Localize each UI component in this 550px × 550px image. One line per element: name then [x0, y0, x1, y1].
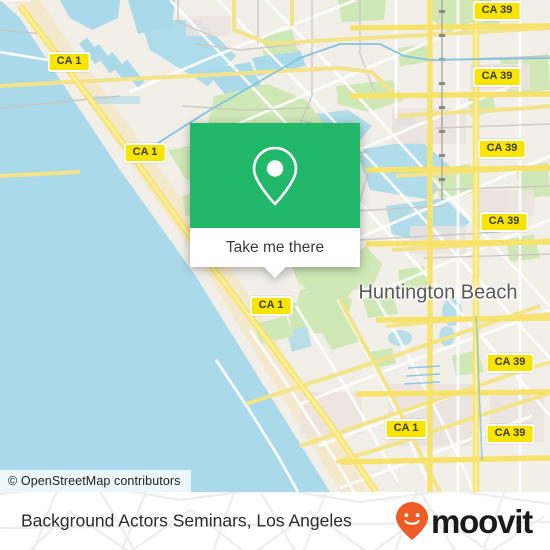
osm-attribution[interactable]: © OpenStreetMap contributors [0, 470, 191, 492]
highway-shield: CA 1 [384, 419, 428, 439]
popup-pointer [264, 267, 286, 278]
highway-shield: CA 1 [249, 296, 293, 316]
map-screenshot: CA 1 CA 1 CA 1 CA 1 CA 39 CA 39 CA 39 CA 39 CA 3… [0, 0, 550, 550]
highway-shield: CA 1 [123, 143, 167, 163]
location-popup-card[interactable]: Take me there [190, 123, 360, 278]
highway-shield: CA 39 [472, 1, 522, 21]
map-canvas[interactable]: CA 1 CA 1 CA 1 CA 1 CA 39 CA 39 CA 39 CA 39 CA 3… [0, 0, 550, 492]
page-title: Background Actors Seminars, Los Angeles [21, 510, 352, 531]
moovit-logo[interactable]: moovit [395, 501, 533, 541]
highway-shield: CA 39 [485, 424, 535, 444]
highway-shield: CA 39 [477, 139, 527, 159]
footer-bar: Background Actors Seminars, Los Angeles … [0, 492, 550, 550]
popup-action-area[interactable]: Take me there [190, 228, 360, 278]
popup-image-area [190, 123, 360, 228]
moovit-wordmark: moovit [431, 502, 533, 540]
city-label-huntington-beach: Huntington Beach [358, 281, 518, 304]
highway-shield: CA 39 [479, 212, 529, 232]
moovit-smiley-pin-icon [396, 502, 429, 540]
highway-shield: CA 39 [472, 67, 522, 87]
map-pin-icon [252, 146, 298, 205]
highway-shield: CA 1 [47, 52, 91, 72]
highway-shield: CA 39 [485, 353, 535, 373]
take-me-there-label: Take me there [225, 238, 325, 256]
